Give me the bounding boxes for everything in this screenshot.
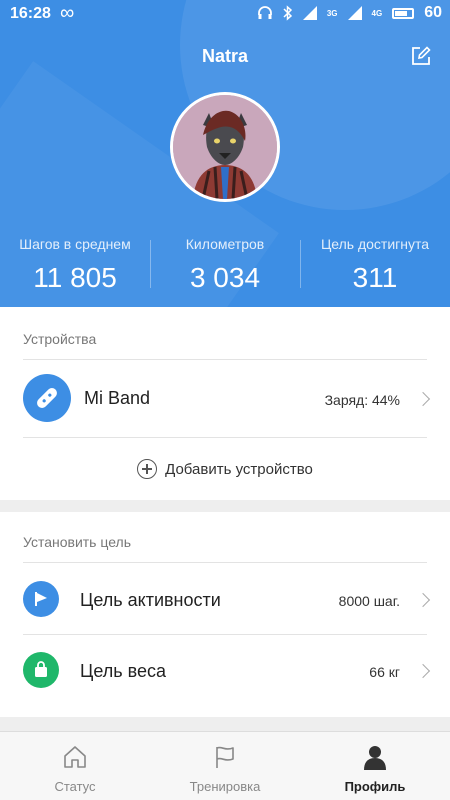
avatar-image — [173, 95, 277, 199]
band-icon — [23, 374, 71, 422]
flag-icon — [23, 581, 59, 617]
home-icon — [64, 746, 86, 768]
network-3g-label: 3G — [326, 8, 338, 18]
stat-value: 3 034 — [189, 262, 261, 293]
weight-goal-row[interactable]: Цель веса 66 кг — [0, 635, 450, 706]
nav-label: Профиль — [344, 779, 406, 794]
nav-label: Тренировка — [189, 779, 261, 794]
goal-name: Цель активности — [80, 590, 221, 610]
add-device-label: Добавить устройство — [165, 460, 313, 478]
bottom-navigation: Статус Тренировка Профиль — [0, 731, 450, 800]
nav-tab-status[interactable]: Статус — [0, 732, 150, 800]
bluetooth-icon — [283, 5, 292, 21]
nav-tab-profile[interactable]: Профиль — [300, 732, 450, 800]
stat-kilometers: Километров 3 034 — [150, 232, 300, 294]
goal-name: Цель веса — [80, 661, 166, 681]
stat-value: 311 — [352, 262, 398, 293]
goals-section: Установить цель Цель активности 8000 шаг… — [0, 512, 450, 717]
section-title: Установить цель — [23, 534, 132, 550]
chevron-right-icon — [415, 592, 431, 608]
network-4g-label: 4G — [371, 8, 383, 18]
status-bar: 16:28 ∞ 3G 4G 60 — [0, 0, 450, 28]
goal-value: 66 кг — [369, 664, 400, 680]
stat-value: 11 805 — [33, 262, 117, 293]
stat-goal-reached: Цель достигнута 311 — [300, 232, 450, 294]
section-title: Устройства — [23, 331, 97, 347]
stat-avg-steps: Шагов в среднем 11 805 — [0, 232, 150, 294]
chevron-right-icon — [415, 663, 431, 679]
edit-icon[interactable] — [410, 45, 432, 67]
signal-icon — [302, 6, 317, 20]
device-name: Mi Band — [84, 388, 151, 408]
divider — [23, 437, 427, 438]
chevron-right-icon — [415, 391, 431, 407]
battery-icon — [392, 7, 415, 19]
avatar[interactable] — [170, 92, 280, 202]
device-row-mi-band[interactable]: Mi Band Заряд: 44% — [0, 360, 450, 437]
profile-header: 16:28 ∞ 3G 4G 60 Natra Шагов в среднем 1… — [0, 0, 450, 307]
stats-row: Шагов в среднем 11 805 Километров 3 034 … — [0, 232, 450, 294]
nav-tab-workout[interactable]: Тренировка — [150, 732, 300, 800]
status-time: 16:28 — [10, 5, 51, 22]
page-title: Natra — [201, 46, 249, 66]
activity-goal-row[interactable]: Цель активности 8000 шаг. — [0, 563, 450, 634]
flag-outline-icon — [216, 746, 234, 768]
stat-label: Шагов в среднем — [19, 236, 131, 252]
device-battery-status: Заряд: 44% — [324, 392, 400, 408]
person-icon — [364, 746, 386, 770]
add-circle-icon — [137, 459, 158, 479]
stat-label: Цель достигнута — [320, 236, 430, 252]
headphones-icon — [257, 6, 272, 19]
add-device-button[interactable]: Добавить устройство — [0, 455, 450, 483]
signal-icon — [347, 6, 362, 20]
weight-icon — [23, 652, 59, 688]
battery-level: 60 — [424, 4, 442, 21]
stat-label: Километров — [185, 236, 265, 252]
goal-value: 8000 шаг. — [338, 593, 400, 609]
nav-label: Статус — [54, 779, 96, 794]
infinity-icon: ∞ — [60, 2, 75, 24]
devices-section: Устройства Mi Band Заряд: 44% Добавить у… — [0, 307, 450, 500]
